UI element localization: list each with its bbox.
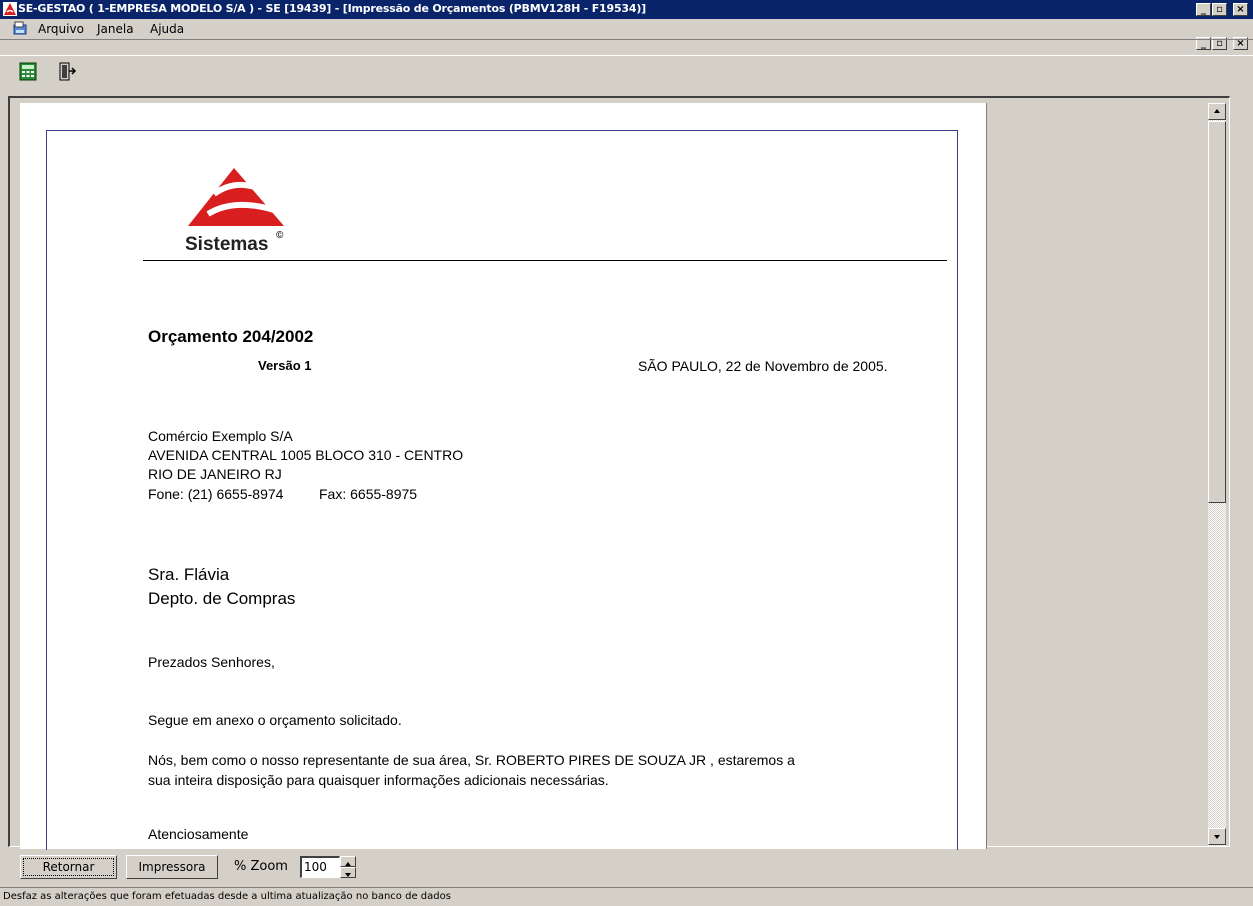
body-paragraph-2-line-2: sua inteira disposição para quaisquer in… bbox=[148, 772, 609, 788]
arrow-up-icon bbox=[1214, 109, 1220, 113]
calculator-button[interactable] bbox=[15, 60, 41, 84]
scroll-down-button[interactable] bbox=[1208, 828, 1226, 845]
document-heading: Orçamento 204/2002 bbox=[148, 327, 314, 346]
vertical-scrollbar[interactable] bbox=[1208, 103, 1226, 846]
close-icon: × bbox=[1236, 4, 1245, 15]
toolbar-separator bbox=[0, 39, 1253, 40]
zoom-down-button[interactable] bbox=[340, 867, 356, 878]
menu-bar: Arquivo Janela Ajuda _ ▫ × bbox=[0, 19, 1253, 50]
scroll-thumb[interactable] bbox=[1208, 121, 1226, 503]
app-logo-icon bbox=[3, 2, 17, 16]
recipient-name: Sra. Flávia bbox=[148, 565, 230, 584]
status-bar: Desfaz as alterações que foram efetuadas… bbox=[0, 887, 1253, 906]
close-button[interactable]: × bbox=[1233, 3, 1248, 16]
body-paragraph-1: Segue em anexo o orçamento solicitado. bbox=[148, 712, 402, 728]
address-company: Comércio Exemplo S/A bbox=[148, 428, 293, 444]
document-version: Versão 1 bbox=[258, 358, 312, 373]
body-paragraph-2-line-1: Nós, bem como o nosso representante de s… bbox=[148, 752, 795, 768]
recipient-dept: Depto. de Compras bbox=[148, 589, 296, 608]
document-window-icon[interactable] bbox=[12, 21, 28, 36]
closing: Atenciosamente bbox=[148, 826, 249, 842]
window-title: SE-GESTAO ( 1-EMPRESA MODELO S/A ) - SE … bbox=[18, 2, 646, 15]
exit-door-icon bbox=[59, 62, 77, 81]
greeting: Prezados Senhores, bbox=[148, 654, 275, 670]
minimize-icon: _ bbox=[1201, 4, 1206, 15]
arrow-down-icon bbox=[345, 873, 351, 877]
zoom-value: 100 bbox=[304, 860, 327, 874]
scroll-up-button[interactable] bbox=[1208, 103, 1226, 120]
arrow-down-icon bbox=[1214, 835, 1220, 839]
address-city: RIO DE JANEIRO RJ bbox=[148, 466, 282, 482]
zoom-input[interactable]: 100 bbox=[300, 856, 340, 878]
retornar-button[interactable]: Retornar bbox=[20, 855, 117, 879]
logo-registered-mark: © bbox=[276, 230, 284, 241]
logo-rule bbox=[143, 260, 947, 261]
document-date: SÃO PAULO, 22 de Novembro de 2005. bbox=[638, 358, 888, 374]
zoom-up-button[interactable] bbox=[340, 856, 356, 867]
toolbar bbox=[0, 39, 1253, 94]
menu-janela[interactable]: Janela bbox=[97, 22, 134, 36]
exit-button[interactable] bbox=[54, 60, 80, 84]
zoom-spinner[interactable] bbox=[340, 856, 356, 878]
impressora-button[interactable]: Impressora bbox=[126, 855, 218, 879]
window-title-bar[interactable]: SE-GESTAO ( 1-EMPRESA MODELO S/A ) - SE … bbox=[0, 0, 1253, 19]
menu-ajuda[interactable]: Ajuda bbox=[150, 22, 184, 36]
restore-icon: ▫ bbox=[1216, 4, 1223, 15]
minimize-button[interactable]: _ bbox=[1196, 3, 1211, 16]
address-fax: Fax: 6655-8975 bbox=[319, 486, 418, 502]
restore-button[interactable]: ▫ bbox=[1212, 3, 1227, 16]
calculator-icon bbox=[19, 62, 37, 81]
status-text: Desfaz as alterações que foram efetuadas… bbox=[3, 891, 451, 902]
address-phone: Fone: (21) 6655-8974 bbox=[148, 486, 284, 502]
logo-sistemas-text: Sistemas bbox=[185, 234, 269, 255]
zoom-label: % Zoom bbox=[234, 859, 288, 874]
menu-arquivo[interactable]: Arquivo bbox=[38, 22, 84, 36]
address-street: AVENIDA CENTRAL 1005 BLOCO 310 - CENTRO bbox=[148, 447, 464, 463]
